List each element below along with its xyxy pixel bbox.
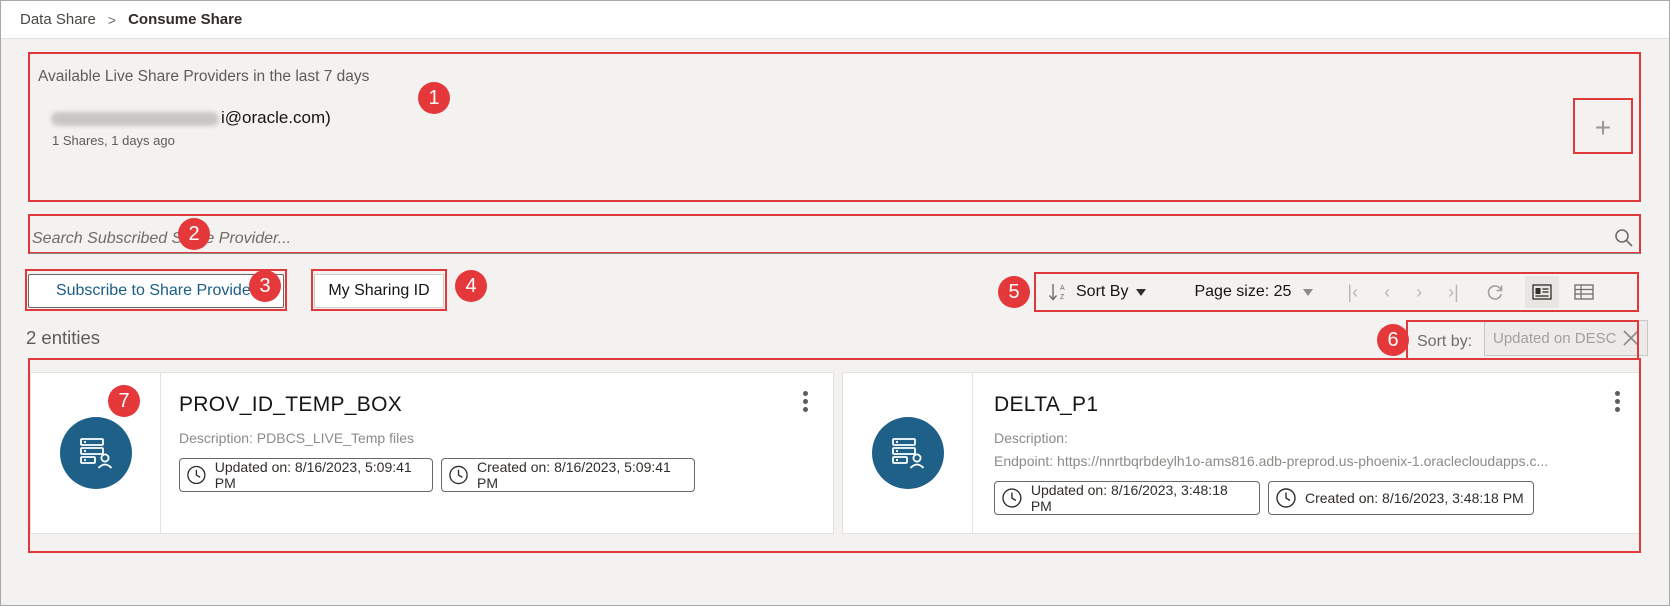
provider-item[interactable]: i@oracle.com) xyxy=(51,108,331,128)
annotation-box-6 xyxy=(1406,320,1639,360)
providers-heading: Available Live Share Providers in the la… xyxy=(38,68,370,85)
page-title: Consume Share xyxy=(128,11,243,28)
annotation-badge-5: 5 xyxy=(998,276,1030,308)
annotation-badge-3: 3 xyxy=(249,270,281,302)
annotation-badge-1: 1 xyxy=(418,82,450,114)
breadcrumb-chevron-icon: > xyxy=(107,11,117,28)
annotation-badge-6: 6 xyxy=(1377,324,1409,356)
annotation-badge-4: 4 xyxy=(455,270,487,302)
search-input[interactable] xyxy=(30,224,1640,254)
add-provider-button[interactable]: + xyxy=(1581,106,1625,150)
provider-meta: 1 Shares, 1 days ago xyxy=(52,133,175,148)
annotation-badge-7: 7 xyxy=(108,385,140,417)
provider-email: i@oracle.com) xyxy=(221,108,331,127)
annotation-badge-2: 2 xyxy=(178,218,210,250)
annotation-box-7 xyxy=(28,358,1641,553)
annotation-box-5 xyxy=(1034,272,1639,312)
search-icon[interactable] xyxy=(1614,228,1634,248)
annotation-box-4 xyxy=(311,269,447,311)
redacted-name xyxy=(51,111,219,126)
annotation-box-3 xyxy=(25,269,287,311)
entity-count: 2 entities xyxy=(26,327,101,348)
breadcrumb: Data Share > Consume Share xyxy=(1,1,1669,39)
breadcrumb-data-share[interactable]: Data Share xyxy=(20,11,96,28)
